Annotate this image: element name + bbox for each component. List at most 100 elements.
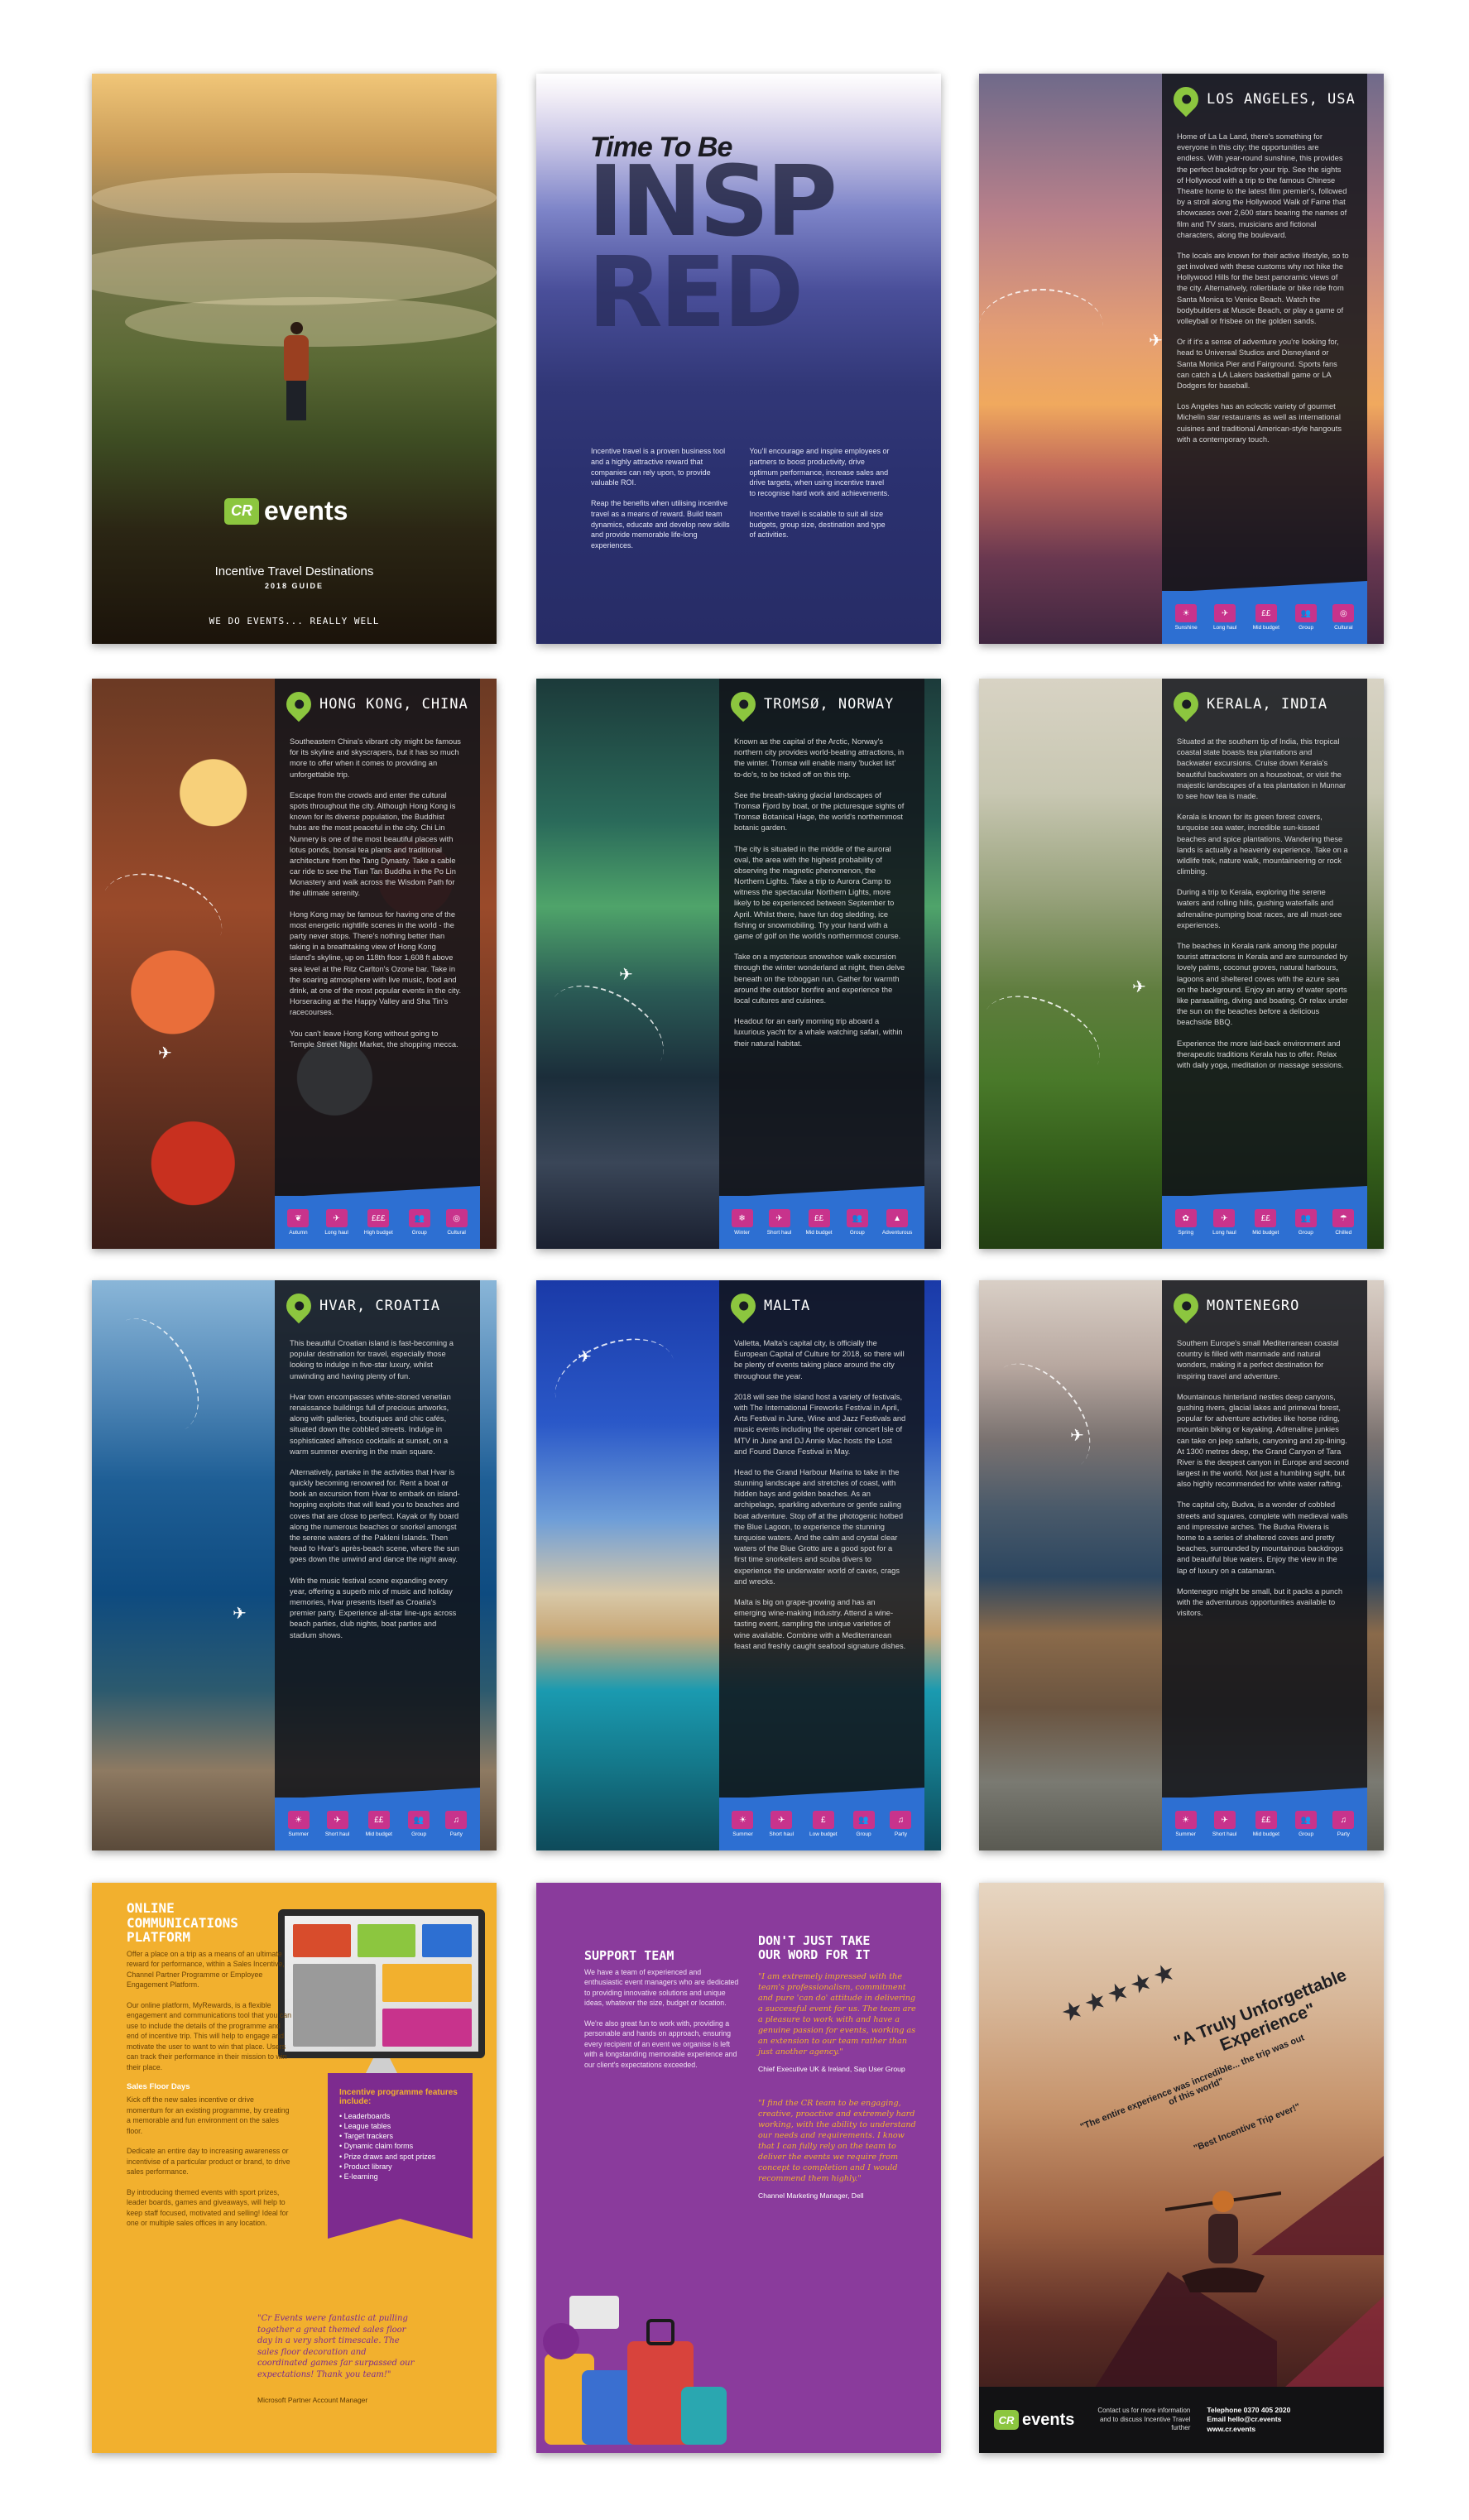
pound-icon: ££ xyxy=(1255,1209,1277,1227)
destination-name: Malta xyxy=(764,1298,811,1314)
trip-icon-group: 👥 Group xyxy=(1295,604,1318,631)
trip-icon-haul: ✈ Long haul xyxy=(1213,604,1237,631)
trip-icons-bar: ☀ Summer ✈ Short haul £ Low budget 👥 Group ♫… xyxy=(719,1798,924,1850)
location-pin-icon xyxy=(1168,1288,1204,1324)
logo-mark: CR xyxy=(994,2410,1019,2430)
trip-icon-budget: ££ Mid budget xyxy=(1253,604,1279,631)
destination-paragraph: Mountainous hinterland nestles deep cany… xyxy=(1177,1392,1349,1489)
location-pin-icon xyxy=(1168,686,1204,722)
pound-icon: ££ xyxy=(1255,1811,1277,1829)
sun-icon: ☀ xyxy=(287,1811,310,1829)
support-paragraph: We're also great fun to work with, provi… xyxy=(584,2018,737,2069)
destination-paragraph: The beaches in Kerala rank among the pop… xyxy=(1177,942,1348,1027)
trip-icon-style: ◎ Cultural xyxy=(445,1209,468,1236)
contact-details: Telephone 0370 405 2020 Email hello@cr.e… xyxy=(1207,2406,1290,2434)
trip-icons-bar: ☀ Summer ✈ Short haul ££ Mid budget 👥 Group … xyxy=(1162,1798,1367,1850)
mist-layer xyxy=(92,173,497,223)
trip-icons-bar: ☀ Sunshine ✈ Long haul ££ Mid budget 👥 Group… xyxy=(1162,591,1367,644)
destination-paragraph: With the music festival scene expanding … xyxy=(290,1576,457,1639)
closing-footer: CR events Contact us for more informatio… xyxy=(979,2387,1384,2453)
online-platform-page: Online Communications Platform Incentive… xyxy=(92,1883,497,2453)
group-icon: 👥 xyxy=(408,1811,430,1829)
trip-icon-style: ☂ Chilled xyxy=(1332,1209,1355,1236)
cover-title: Incentive Travel Destinations xyxy=(214,564,374,578)
logo-text: events xyxy=(1022,2410,1075,2429)
destination-panel: Malta Valletta, Malta's capital city, is… xyxy=(719,1280,924,1850)
support-title: Support Team xyxy=(584,1948,674,1963)
destination-name: Kerala, India xyxy=(1207,696,1328,713)
destination-paragraph: Southeastern China's vibrant city might … xyxy=(290,737,461,779)
trip-icon-group: 👥 Group xyxy=(1294,1209,1317,1236)
trip-icons-bar: ❄ Winter ✈ Short haul ££ Mid budget 👥 Group … xyxy=(719,1196,924,1249)
phone-number: Telephone 0370 405 2020 xyxy=(1207,2405,1291,2414)
destination-paragraph: Take on a mysterious snowshoe walk excur… xyxy=(734,953,905,1005)
plane-icon: ✈ xyxy=(325,1209,348,1227)
destination-paragraph: Experience the more laid-back environmen… xyxy=(1177,1039,1344,1069)
trip-icon-style: ♫ Party xyxy=(445,1811,468,1837)
cover-tagline: WE DO EVENTS... REALLY WELL xyxy=(209,616,380,626)
testimonial-attribution: Channel Marketing Manager, Dell xyxy=(758,2191,864,2200)
group-icon: 👥 xyxy=(1295,604,1318,622)
five-star-rating: ★★★★★ xyxy=(1057,1956,1183,2028)
support-team-page: Support Team We have a team of experienc… xyxy=(536,1883,941,2453)
binoculars-icon: ◎ xyxy=(445,1209,468,1227)
online-paragraph: By introducing themed events with sport … xyxy=(127,2187,289,2228)
screen-photo xyxy=(293,1964,376,2047)
plane-icon: ✈ xyxy=(1213,1209,1236,1227)
destination-heading: Montenegro xyxy=(1168,1288,1299,1324)
flight-path xyxy=(979,289,1103,363)
review-quote: "Best Incentive Trip ever!" xyxy=(1192,2101,1302,2154)
testimonials: "I am extremely impressed with the team'… xyxy=(758,1972,919,2225)
online-paragraph: Dedicate an entire day to increasing awa… xyxy=(127,2147,290,2177)
destination-paragraph: Malta is big on grape-growing and has an… xyxy=(734,1597,906,1650)
features-banner: Incentive programme features include: Le… xyxy=(328,2073,473,2239)
online-title: Online Communications Platform xyxy=(127,1900,238,1946)
trip-icon-group: 👥 Group xyxy=(846,1209,868,1236)
sun-icon: ☀ xyxy=(1174,1811,1197,1829)
cr-events-logo: CR events xyxy=(224,496,348,526)
sun-icon: ☀ xyxy=(732,1811,754,1829)
destination-paragraph: Valletta, Malta's capital city, is offic… xyxy=(734,1339,905,1380)
destination-paragraph: The locals are known for their active li… xyxy=(1177,251,1349,325)
trip-icon-season: ☀ Summer xyxy=(287,1811,310,1837)
trip-icon-budget: ££ Mid budget xyxy=(366,1811,392,1837)
plane-icon: ✈ xyxy=(158,1044,172,1063)
trip-icon-haul: ✈ Long haul xyxy=(324,1209,348,1236)
snowflake-icon: ❄ xyxy=(731,1209,753,1227)
destination-paragraph: Or if it's a sense of adventure you're l… xyxy=(1177,338,1339,390)
features-list: Leaderboards League tables Target tracke… xyxy=(339,2111,461,2182)
destination-paragraph: Alternatively, partake in the activities… xyxy=(290,1467,460,1564)
pound-icon: ££ xyxy=(1255,604,1277,622)
destination-panel: Tromsø, Norway Known as the capital of t… xyxy=(719,679,924,1249)
flight-path xyxy=(979,978,1113,1099)
binoculars-icon: ◎ xyxy=(1332,604,1355,622)
intro-paragraph: You'll encourage and inspire employees o… xyxy=(749,447,890,498)
trip-icon-season: ☀ Sunshine xyxy=(1175,604,1198,631)
testimonial-quote: "I find the CR team to be engaging, crea… xyxy=(758,2099,916,2183)
trip-icon-style: ◎ Cultural xyxy=(1332,604,1355,631)
destination-page-kerala: ✈ Kerala, India Situated at the southern… xyxy=(979,679,1384,1249)
lounger-icon: ☂ xyxy=(1332,1209,1355,1227)
plane-icon: ✈ xyxy=(1070,1427,1084,1445)
destination-paragraph: During a trip to Kerala, exploring the s… xyxy=(1177,888,1342,929)
online-paragraph: Our online platform, MyRewards, is a fle… xyxy=(127,2000,292,2071)
party-icon: ♫ xyxy=(890,1811,912,1829)
hiker-figure xyxy=(282,322,310,421)
destination-paragraph: Southern Europe's small Mediterranean co… xyxy=(1177,1339,1339,1380)
cover-subtitle: 2018 GUIDE xyxy=(264,582,324,590)
feature-item: Dynamic claim forms xyxy=(339,2141,461,2151)
testimonial-quote: "I am extremely impressed with the team'… xyxy=(758,1972,916,2057)
destination-heading: Kerala, India xyxy=(1168,686,1328,722)
trip-icon-budget: ££ Mid budget xyxy=(1253,1811,1279,1837)
feature-item: Prize draws and spot prizes xyxy=(339,2152,461,2162)
location-pin-icon xyxy=(725,686,761,722)
intro-column-left: Incentive travel is a proven business to… xyxy=(591,446,733,561)
trip-icon-group: 👥 Group xyxy=(1295,1811,1318,1837)
flight-path xyxy=(544,1323,686,1436)
screen-tile xyxy=(358,1924,415,1957)
intro-paragraph: Incentive travel is a proven business to… xyxy=(591,447,726,487)
screen-tile xyxy=(382,1964,472,2002)
destination-heading: Los Angeles, USA xyxy=(1168,81,1356,118)
plane-icon: ✈ xyxy=(1149,332,1163,350)
destination-page-hvar: ✈ Hvar, Croatia This beautiful Croatian … xyxy=(92,1280,497,1850)
